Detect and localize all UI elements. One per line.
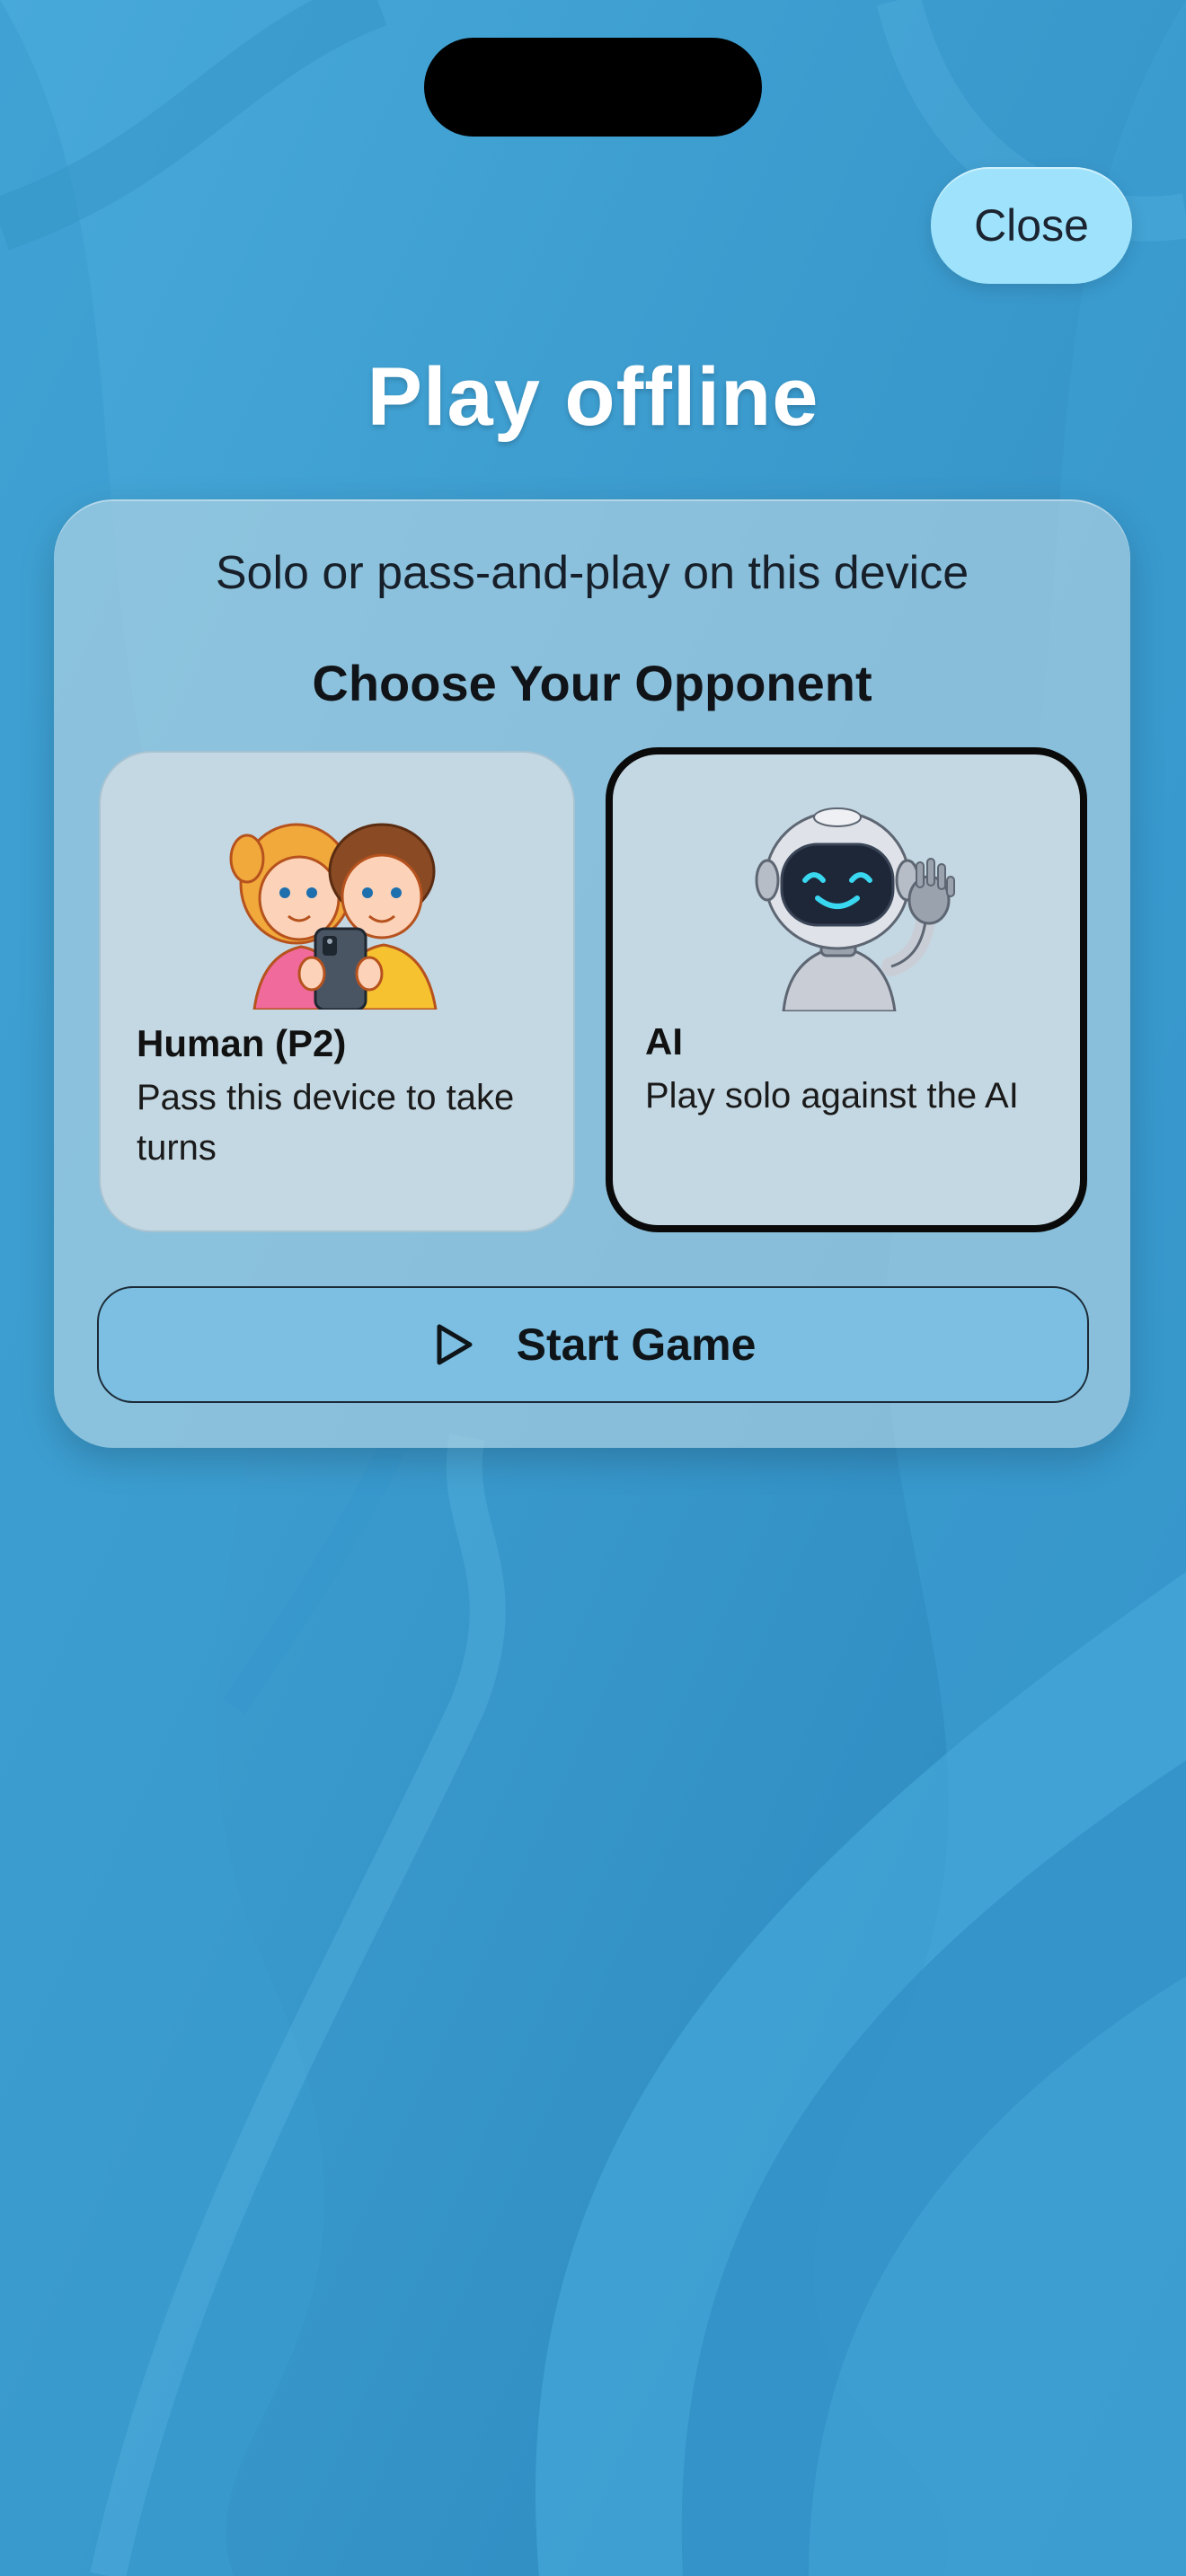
waving-robot-illustration: [755, 807, 955, 1011]
page-title: Play offline: [367, 351, 819, 443]
opponent-card: Solo or pass-and-play on this device Cho…: [54, 499, 1130, 1448]
option-human-title: Human (P2): [137, 1022, 347, 1064]
start-game-label: Start Game: [516, 1319, 757, 1370]
dynamic-island: [424, 38, 762, 137]
choose-opponent-heading: Choose Your Opponent: [312, 655, 872, 711]
two-kids-sharing-phone-illustration: [229, 823, 438, 1010]
option-human[interactable]: Human (P2) Pass this device to take turn…: [99, 751, 575, 1232]
option-ai[interactable]: AI Play solo against the AI: [606, 747, 1087, 1232]
option-ai-title: AI: [645, 1020, 683, 1063]
start-game-button[interactable]: Start Game: [97, 1286, 1089, 1403]
play-icon: [437, 1324, 473, 1365]
option-human-description: Pass this device to take turns: [137, 1078, 515, 1168]
close-button[interactable]: Close: [931, 167, 1132, 284]
card-subtitle: Solo or pass-and-play on this device: [215, 547, 969, 599]
option-ai-description: Play solo against the AI: [645, 1076, 1019, 1116]
